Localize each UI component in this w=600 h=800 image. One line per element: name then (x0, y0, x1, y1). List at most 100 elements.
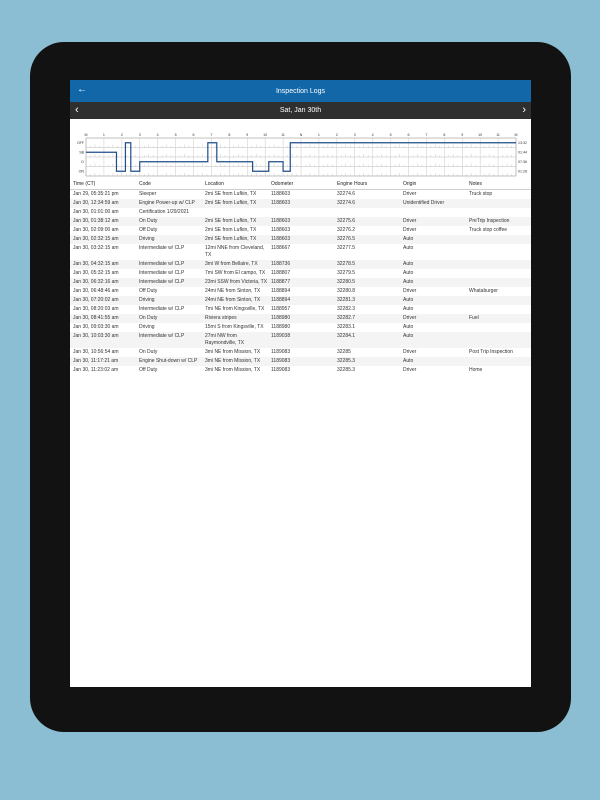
table-cell: Jan 30, 01:38:12 am (70, 217, 136, 226)
table-cell: Truck stop (469, 191, 493, 197)
table-cell (466, 323, 531, 332)
table-cell: On Duty (136, 217, 202, 226)
table-cell: 3mi NE from Mission, TX (205, 349, 261, 355)
table-cell: Engine Shut-down w/ CLP (136, 357, 202, 366)
table-cell: Home (469, 367, 483, 373)
table-cell: Intermediate w/ CLP (136, 332, 202, 348)
table-cell: Truck stop coffee (469, 227, 508, 233)
table-cell: 2mi SE from Lufkin, TX (202, 217, 268, 226)
table-row[interactable]: Jan 29, 05:35:21 pm Sleeper 2mi SE from Lu… (70, 190, 531, 200)
table-row[interactable]: Jan 30, 02:09:00 am Off Duty 2mi SE from L… (70, 226, 531, 235)
table-cell: Jan 30, 11:17:21 am (70, 357, 136, 366)
hour-label: 4 (157, 133, 159, 137)
table-cell: Jan 30, 08:20:03 am (73, 306, 119, 312)
table-cell: 32282.3 (337, 306, 356, 312)
table-cell: 27mi NW from Raymondville, TX (202, 332, 268, 348)
table-cell: Jan 30, 06:48:46 am (73, 288, 119, 294)
table-cell: 1188877 (268, 278, 334, 287)
table-cell: 32280.8 (337, 288, 356, 294)
table-row[interactable]: Jan 30, 06:32:16 am Intermediate w/ CLP 23… (70, 278, 531, 287)
table-cell: Auto (403, 245, 414, 251)
table-cell: Intermediate w/ CLP (136, 278, 202, 287)
table-cell: 7mi NE from Kingsville, TX (205, 306, 265, 312)
table-cell (466, 357, 531, 366)
table-cell (334, 208, 400, 217)
status-total: 01:28 (518, 170, 527, 174)
chevron-left-icon[interactable]: ‹ (75, 103, 79, 117)
table-cell: 24mi NE from Sinton, TX (205, 288, 261, 294)
hour-label: 6 (408, 133, 410, 137)
table-cell: Auto (403, 306, 414, 312)
table-cell: Intermediate w/ CLP (139, 245, 185, 251)
table-cell: Jan 30, 02:32:15 am (70, 235, 136, 244)
table-row[interactable]: Jan 30, 03:32:15 am Intermediate w/ CLP 12… (70, 244, 531, 260)
table-cell: 32276.2 (337, 227, 356, 233)
table-cell: Driver (400, 314, 466, 323)
hour-label: 6 (193, 133, 195, 137)
table-cell: 2mi SE from Lufkin, TX (205, 227, 257, 233)
back-arrow-icon[interactable]: ← (77, 83, 87, 97)
chevron-right-icon[interactable]: › (522, 103, 526, 117)
table-cell: 1188603 (271, 191, 291, 197)
table-row[interactable]: Jan 30, 02:32:15 am Driving 2mi SE from Lu… (70, 235, 531, 244)
hour-label: 8 (443, 133, 445, 137)
table-cell: 1188603 (268, 199, 334, 208)
hour-label: 3 (139, 133, 141, 137)
hour-label: 2 (336, 133, 338, 137)
table-cell: 1188980 (271, 324, 291, 330)
table-cell: Auto (400, 332, 466, 348)
status-total: 07:36 (518, 160, 527, 164)
status-total: 01:44 (518, 151, 527, 155)
table-row[interactable]: Jan 30, 05:32:15 am Intermediate w/ CLP 7m… (70, 269, 531, 278)
date-navigation-bar: ‹ Sat, Jan 30th › (70, 102, 531, 119)
hour-label: 1 (318, 133, 320, 137)
table-row[interactable]: Jan 30, 08:41:55 am On Duty Riviera stripe… (70, 314, 531, 323)
table-cell: Auto (400, 357, 466, 366)
table-row[interactable]: Jan 30, 08:20:03 am Intermediate w/ CLP 7m… (70, 305, 531, 314)
hour-label: 11 (496, 133, 500, 137)
table-cell (400, 208, 466, 217)
table-cell (466, 244, 531, 260)
table-row[interactable]: Jan 30, 09:03:30 am Driving 15mi S from Ki… (70, 323, 531, 332)
table-cell: 32276.5 (334, 235, 400, 244)
table-cell: Driver (403, 288, 417, 294)
table-cell: Auto (403, 324, 414, 330)
table-cell: Off Duty (139, 288, 158, 294)
hour-label: 5 (390, 133, 392, 137)
status-row-label: D (81, 160, 84, 164)
table-cell: 3mi NE from Mission, TX (202, 357, 268, 366)
table-row[interactable]: Jan 30, 07:20:02 am Driving 24mi NE from S… (70, 296, 531, 305)
table-row[interactable]: Jan 30, 06:48:46 am Off Duty 24mi NE from … (70, 287, 531, 296)
table-cell: 32274.6 (334, 199, 400, 208)
table-cell: Unidentified Driver (400, 199, 466, 208)
table-cell: Driver (403, 227, 417, 233)
table-cell: Driver (403, 349, 417, 355)
status-row-label: OFF (77, 141, 85, 145)
date-label: Sat, Jan 30th (279, 107, 322, 114)
table-cell (466, 260, 531, 269)
table-cell: Driving (136, 296, 202, 305)
table-row[interactable]: Jan 30, 11:17:21 am Engine Shut-down w/ C… (70, 357, 531, 366)
table-cell: Jan 30, 07:20:02 am (70, 296, 136, 305)
table-row[interactable]: Jan 30, 10:03:30 am Intermediate w/ CLP 27… (70, 332, 531, 348)
log-table: Time (CT) Code Location Odometer Engine Hour… (70, 178, 531, 375)
table-cell: Auto (400, 296, 466, 305)
table-cell: Jan 30, 03:32:15 am (73, 245, 119, 251)
table-cell: 1188736 (268, 260, 334, 269)
table-row[interactable]: Jan 30, 11:23:02 am Off Duty 3mi NE from M… (70, 366, 531, 375)
table-cell: 3mi NE from Mission, TX (205, 367, 261, 373)
hour-label: 3 (354, 133, 356, 137)
hour-label: M (85, 133, 88, 137)
table-cell: PreTrip Inspection (466, 217, 531, 226)
table-cell: 1188894 (271, 288, 291, 294)
table-row[interactable]: Jan 30, 10:56:54 am On Duty 3mi NE from Mi… (70, 348, 531, 357)
hour-label: M (515, 133, 518, 137)
table-cell: Jan 30, 12:34:59 am (70, 199, 136, 208)
table-row[interactable]: Jan 30, 12:34:59 am Engine Power-up w/ CL… (70, 199, 531, 208)
table-row[interactable]: Jan 30, 04:32:15 am Intermediate w/ CLP 3m… (70, 260, 531, 269)
table-cell: On Duty (139, 349, 158, 355)
table-cell: Driving (136, 235, 202, 244)
table-cell: 15mi S from Kingsville, TX (205, 324, 264, 330)
table-row[interactable]: Jan 30, 01:01:00 am Certification 1/29/20… (70, 208, 531, 217)
table-row[interactable]: Jan 30, 01:38:12 am On Duty 2mi SE from Lu… (70, 217, 531, 226)
